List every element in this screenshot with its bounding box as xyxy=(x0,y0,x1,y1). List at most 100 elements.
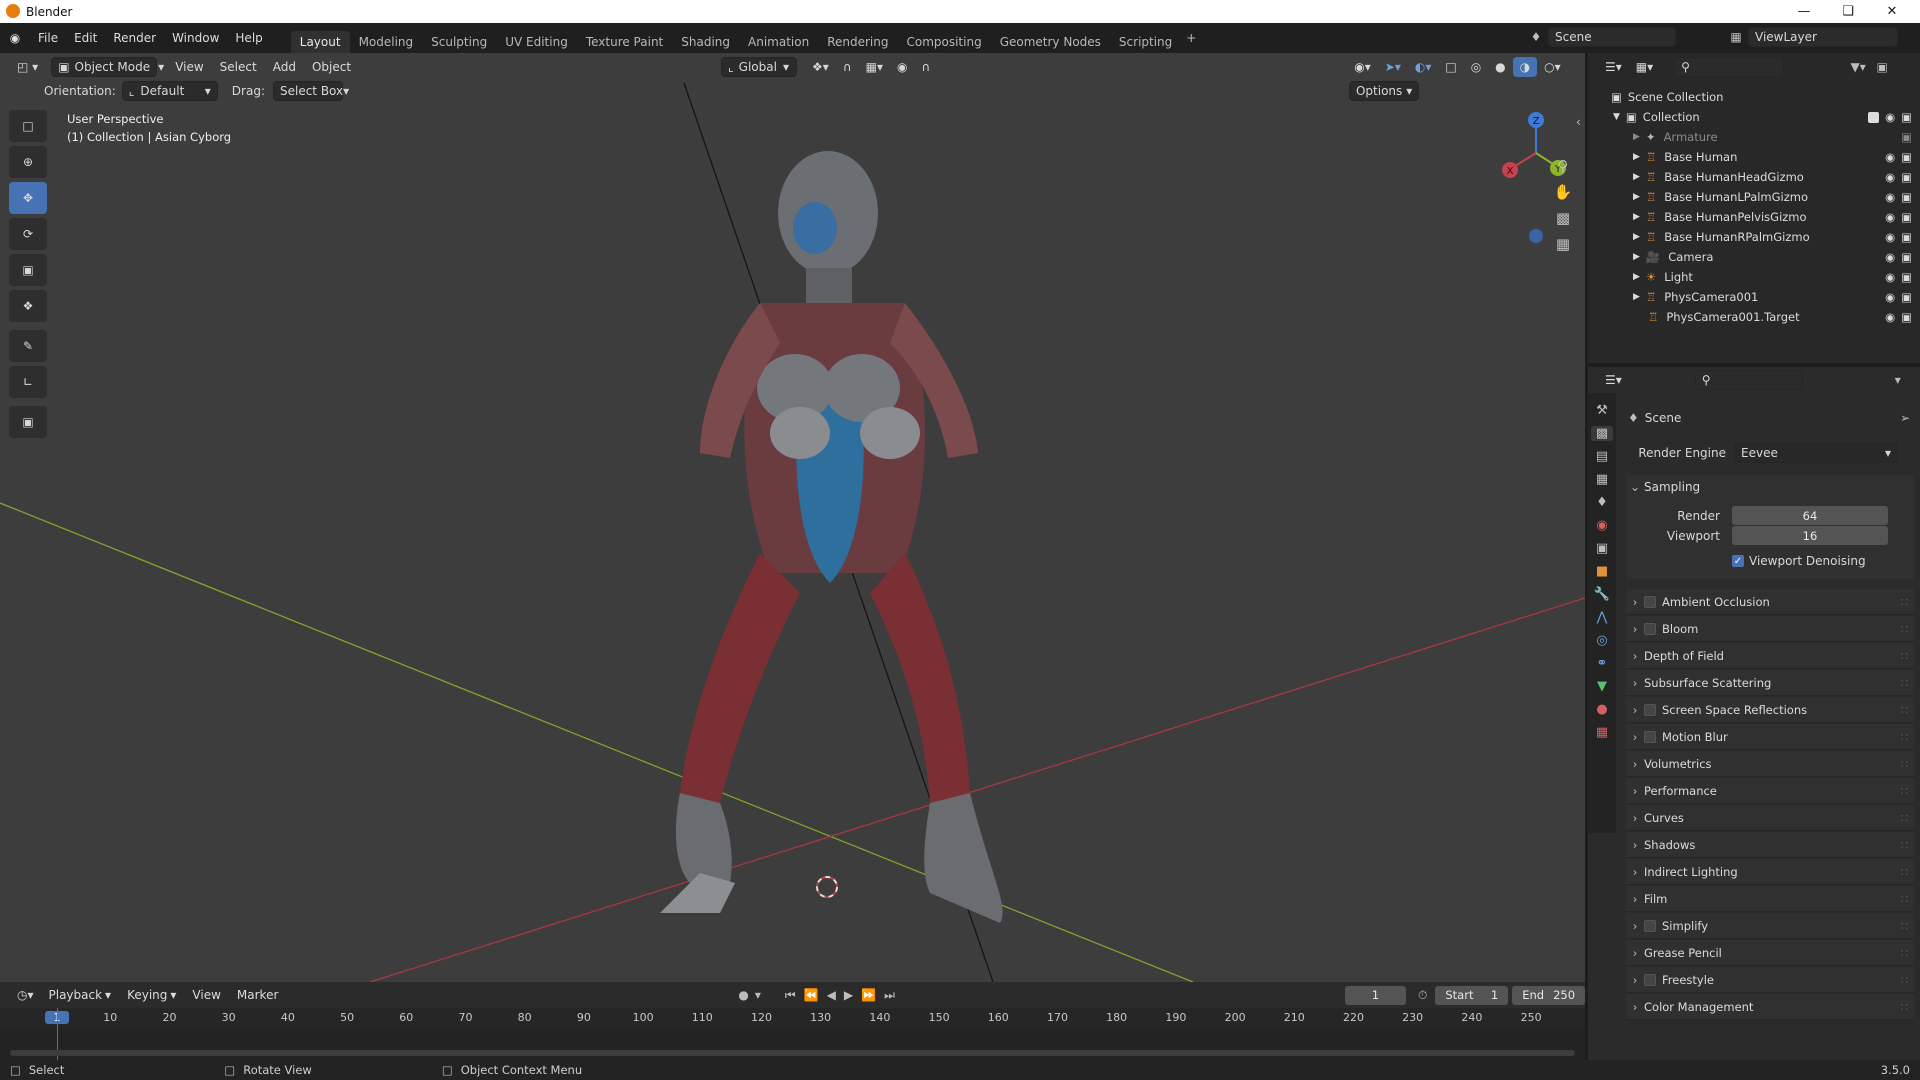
panel-performance[interactable]: › Performance ∷ xyxy=(1626,778,1914,804)
jump-start-icon[interactable]: ⏮ xyxy=(785,988,796,1003)
panel-enable-checkbox[interactable] xyxy=(1644,730,1656,743)
output-tab-icon[interactable]: ▤ xyxy=(1596,449,1608,464)
tab-uv-editing[interactable]: UV Editing xyxy=(496,31,577,53)
eye-icon[interactable]: ◉ xyxy=(1885,190,1895,204)
camera-render-icon[interactable]: ▣ xyxy=(1901,270,1912,284)
drag-dropdown[interactable]: Select Box ▾ xyxy=(272,81,349,101)
eye-icon[interactable]: ◉ xyxy=(1885,290,1895,304)
viewport-samples-field[interactable]: 16 xyxy=(1732,526,1888,545)
panel-depth-of-field[interactable]: › Depth of Field ∷ xyxy=(1626,643,1914,669)
restore-icon[interactable]: ❏ xyxy=(1826,0,1870,23)
orientation-dropdown[interactable]: ⌞ Default ▾ xyxy=(121,81,218,101)
outliner-item[interactable]: ♖ PhysCamera001.Target ◉ ▣ xyxy=(1588,307,1920,327)
tab-shading[interactable]: Shading xyxy=(672,31,739,53)
cursor-tool-icon[interactable]: ⊕ xyxy=(9,146,47,178)
panel-enable-checkbox[interactable] xyxy=(1644,919,1656,932)
drag-handle-icon[interactable]: ∷ xyxy=(1901,811,1908,825)
particles-tab-icon[interactable]: ⋀ xyxy=(1597,610,1608,625)
camera-render-icon[interactable]: ▣ xyxy=(1901,250,1912,264)
world-tab-icon[interactable]: ◉ xyxy=(1596,518,1607,533)
zoom-icon[interactable]: ⚲ xyxy=(1558,157,1569,175)
panel-enable-checkbox[interactable] xyxy=(1644,595,1656,608)
panel-ambient-occlusion[interactable]: › Ambient Occlusion ∷ xyxy=(1626,589,1914,615)
viewport-menu-object[interactable]: Object xyxy=(304,60,359,74)
tab-sculpting[interactable]: Sculpting xyxy=(422,31,496,53)
tab-modeling[interactable]: Modeling xyxy=(350,31,423,53)
camera-view-icon[interactable]: ▩ xyxy=(1556,209,1570,227)
viewport-menu-add[interactable]: Add xyxy=(265,60,304,74)
filter-icon[interactable]: ▼▾ xyxy=(1846,60,1870,74)
display-mode-icon[interactable]: ▦▾ xyxy=(1629,57,1660,77)
collection-tab-icon[interactable]: ▣ xyxy=(1596,541,1608,556)
camera-render-icon[interactable]: ▣ xyxy=(1901,190,1912,204)
pin-icon[interactable]: ➢ xyxy=(1900,411,1910,425)
drag-handle-icon[interactable]: ∷ xyxy=(1901,1000,1908,1014)
next-keyframe-icon[interactable]: ⏩ xyxy=(861,988,876,1002)
sampling-panel-header[interactable]: ⌄ Sampling xyxy=(1626,475,1914,499)
tool-tab-icon[interactable]: ⚒ xyxy=(1596,403,1608,418)
preview-range-icon[interactable]: ⏱ xyxy=(1418,988,1427,1003)
pivot-icon[interactable]: ❖▾ xyxy=(805,57,836,77)
blender-menu-icon[interactable]: ◉ xyxy=(0,31,30,45)
expand-right-icon[interactable]: ▶ xyxy=(1633,232,1640,242)
panel-enable-checkbox[interactable] xyxy=(1644,703,1656,716)
properties-search-input[interactable]: ⚲ xyxy=(1694,370,1803,390)
outliner-item[interactable]: ▶ ♖ Base HumanLPalmGizmo ◉ ▣ xyxy=(1588,187,1920,207)
snap-target-icon[interactable]: ▦▾ xyxy=(859,57,890,77)
pan-hand-icon[interactable]: ✋ xyxy=(1554,183,1573,201)
auto-keying-icon[interactable]: ● xyxy=(738,988,748,1002)
drag-handle-icon[interactable]: ∷ xyxy=(1901,838,1908,852)
eye-icon[interactable]: ◉ xyxy=(1885,310,1895,324)
options-dropdown[interactable]: Options ▾ xyxy=(1348,81,1420,101)
drag-handle-icon[interactable]: ∷ xyxy=(1901,784,1908,798)
scene-tab-icon[interactable]: ♦ xyxy=(1596,495,1608,510)
camera-render-icon[interactable]: ▣ xyxy=(1901,110,1912,124)
add-workspace-icon[interactable]: + xyxy=(1181,31,1201,45)
outliner-item[interactable]: ▶ ♖ PhysCamera001 ◉ ▣ xyxy=(1588,287,1920,307)
menu-file[interactable]: File xyxy=(30,31,66,45)
timeline-editor-icon[interactable]: ◷▾ xyxy=(10,985,41,1005)
close-icon[interactable]: ✕ xyxy=(1870,0,1914,23)
eye-icon[interactable]: ◉ xyxy=(1885,270,1895,284)
drag-handle-icon[interactable]: ∷ xyxy=(1901,946,1908,960)
drag-handle-icon[interactable]: ∷ xyxy=(1901,919,1908,933)
camera-render-icon[interactable]: ▣ xyxy=(1901,290,1912,304)
viewlayer-name[interactable]: ViewLayer xyxy=(1748,27,1898,47)
current-frame-field[interactable]: 1 xyxy=(1344,985,1406,1005)
drag-handle-icon[interactable]: ∷ xyxy=(1901,649,1908,663)
data-tab-icon[interactable]: ▼ xyxy=(1597,679,1607,694)
eye-icon[interactable]: ◉ xyxy=(1885,230,1895,244)
expand-right-icon[interactable]: ▶ xyxy=(1633,192,1640,202)
panel-freestyle[interactable]: › Freestyle ∷ xyxy=(1626,967,1914,993)
gizmo-toggle-icon[interactable]: ➤▾ xyxy=(1378,57,1408,77)
3d-viewport[interactable]: ◰ ▾ ▣ Object Mode ▾ View Select Add Object ⌞ G… xyxy=(0,53,1585,982)
jump-end-icon[interactable]: ⏭ xyxy=(884,988,895,1003)
start-frame-field[interactable]: Start 1 xyxy=(1435,985,1509,1005)
expand-right-icon[interactable]: ▶ xyxy=(1633,252,1640,262)
outliner-item[interactable]: ▶ 🎥 Camera ◉ ▣ xyxy=(1588,247,1920,267)
expand-down-icon[interactable]: ▼ xyxy=(1613,112,1620,122)
menu-window[interactable]: Window xyxy=(164,31,227,45)
minimize-icon[interactable]: — xyxy=(1782,0,1826,23)
timeline-menu-playback[interactable]: Playback ▾ xyxy=(41,988,120,1002)
object-tab-icon[interactable]: ■ xyxy=(1596,564,1608,579)
panel-volumetrics[interactable]: › Volumetrics ∷ xyxy=(1626,751,1914,777)
outliner-item[interactable]: ▶ ♖ Base HumanRPalmGizmo ◉ ▣ xyxy=(1588,227,1920,247)
panel-curves[interactable]: › Curves ∷ xyxy=(1626,805,1914,831)
wireframe-shading-icon[interactable]: ◎ xyxy=(1464,57,1488,77)
eye-icon[interactable]: ◉ xyxy=(1885,250,1895,264)
outliner-item[interactable]: ▶✦Armature◉▣ xyxy=(1588,127,1920,147)
solid-shading-icon[interactable]: ● xyxy=(1488,57,1512,77)
material-tab-icon[interactable]: ● xyxy=(1596,702,1607,717)
constraints-tab-icon[interactable]: ⚭ xyxy=(1597,656,1608,671)
ortho-grid-icon[interactable]: ▦ xyxy=(1556,235,1570,253)
rotate-tool-icon[interactable]: ⟳ xyxy=(9,218,47,250)
properties-editor-icon[interactable]: ☰▾ xyxy=(1598,370,1629,390)
menu-help[interactable]: Help xyxy=(227,31,270,45)
timeline-menu-marker[interactable]: Marker xyxy=(229,988,286,1002)
falloff-icon[interactable]: ∩ xyxy=(914,57,937,77)
view-layer-tab-icon[interactable]: ▦ xyxy=(1596,472,1608,487)
editor-type-icon[interactable]: ◰ ▾ xyxy=(10,57,45,77)
timeline-area[interactable]: 1102030405060708090100110120130140150160… xyxy=(0,1008,1585,1060)
proportional-edit-icon[interactable]: ◉ xyxy=(890,57,914,77)
